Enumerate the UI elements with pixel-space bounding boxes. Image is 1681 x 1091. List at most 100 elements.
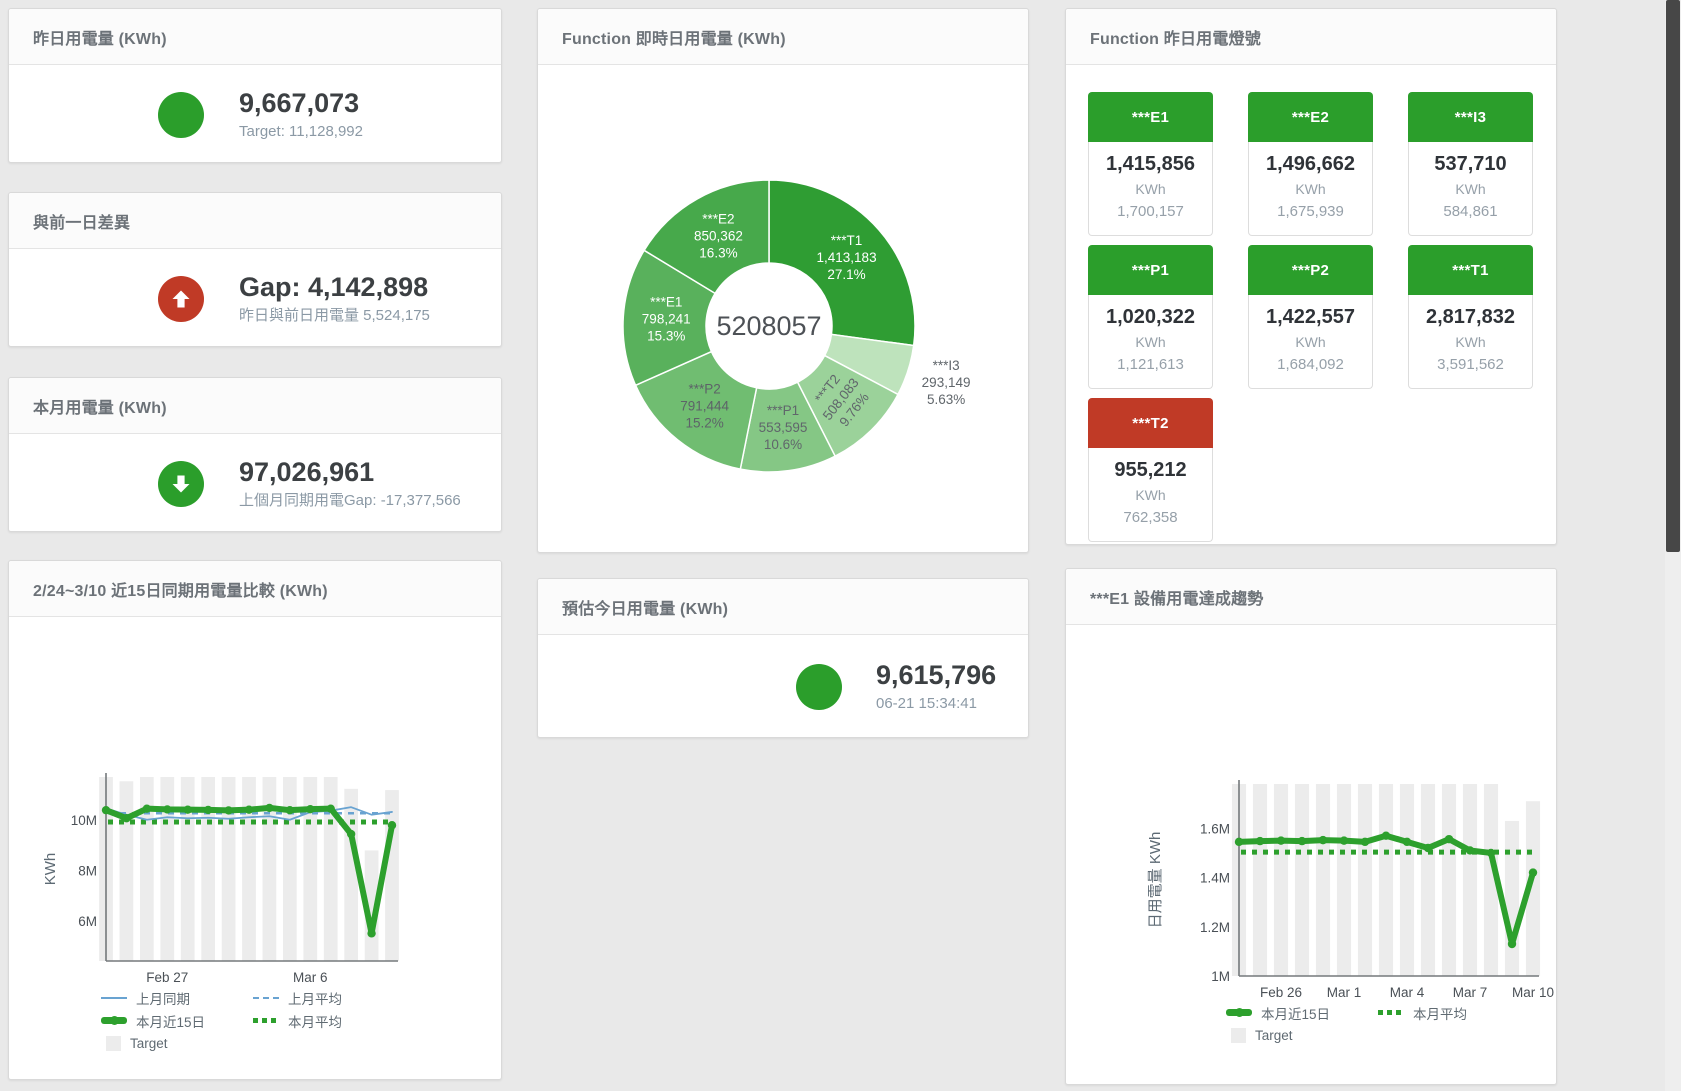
data-point[interactable] — [1445, 835, 1453, 843]
data-point[interactable] — [347, 830, 355, 838]
data-point[interactable] — [327, 804, 335, 812]
kpi-text: 9,667,073 Target: 11,128,992 — [239, 88, 363, 142]
kpi-subtext: Target: 11,128,992 — [239, 121, 363, 142]
e1-trend-line-chart[interactable]: 1M1.2M1.4M1.6MFeb 26Mar 1Mar 4Mar 7Mar 1… — [1126, 714, 1556, 1019]
y-axis-tick: 1.4M — [1200, 871, 1230, 886]
device-usage-value: 1,496,662 — [1251, 151, 1370, 178]
device-tile-body: 955,212KWh762,358 — [1088, 448, 1213, 542]
device-tile-body: 1,415,856KWh1,700,157 — [1088, 142, 1213, 236]
legend-swatch-square-icon — [1231, 1028, 1246, 1043]
svg-text:***E1: ***E1 — [650, 294, 682, 309]
comparison-line-chart[interactable]: 6M8M10MFeb 27Mar 6KWh — [29, 701, 489, 1001]
data-point[interactable] — [388, 821, 396, 829]
data-point[interactable] — [245, 805, 253, 813]
panel-header: 昨日用電量 (KWh) — [9, 9, 501, 65]
legend-swatch-thick-icon — [101, 1017, 127, 1024]
legend-label: 上月平均 — [288, 988, 342, 1008]
data-point[interactable] — [1277, 836, 1285, 844]
device-tile-header: ***P2 — [1248, 245, 1373, 295]
chart-legend: 本月近15日本月平均Target — [1226, 1001, 1556, 1047]
data-point[interactable] — [102, 806, 110, 814]
data-point[interactable] — [163, 805, 171, 813]
scrollbar-thumb[interactable] — [1666, 0, 1680, 552]
legend-swatch-dots-icon — [253, 1018, 279, 1023]
data-point[interactable] — [1319, 836, 1327, 844]
kpi-row: 9,667,073 Target: 11,128,992 — [9, 65, 501, 163]
device-tile[interactable]: ***P21,422,557KWh1,684,092 — [1248, 245, 1373, 389]
data-point[interactable] — [1466, 846, 1474, 854]
device-tile[interactable]: ***I3537,710KWh584,861 — [1408, 92, 1533, 236]
device-target-value: 1,675,939 — [1251, 200, 1370, 223]
device-target-value: 1,121,613 — [1091, 353, 1210, 376]
device-tile-header: ***P1 — [1088, 245, 1213, 295]
data-point[interactable] — [1256, 837, 1264, 845]
legend-item[interactable]: 本月平均 — [1378, 1001, 1530, 1024]
target-bar — [1337, 784, 1351, 976]
data-point[interactable] — [1361, 838, 1369, 846]
svg-text:***E2: ***E2 — [702, 211, 734, 226]
data-point[interactable] — [1298, 837, 1306, 845]
device-tile[interactable]: ***T12,817,832KWh3,591,562 — [1408, 245, 1533, 389]
data-point[interactable] — [143, 804, 151, 812]
legend-swatch-dots-icon — [1378, 1010, 1404, 1015]
data-point[interactable] — [184, 805, 192, 813]
panel-yesterday-lights: Function 昨日用電燈號 ***E11,415,856KWh1,700,1… — [1065, 8, 1557, 545]
data-point[interactable] — [1235, 838, 1243, 846]
y-axis-tick: 1.2M — [1200, 920, 1230, 935]
data-point[interactable] — [1529, 868, 1537, 876]
panel-title: 2/24~3/10 近15日同期用電量比較 (KWh) — [33, 577, 328, 601]
legend-swatch-line-icon — [101, 997, 127, 999]
device-tile[interactable]: ***P11,020,322KWh1,121,613 — [1088, 245, 1213, 389]
target-bar — [1274, 784, 1288, 976]
data-point[interactable] — [265, 804, 273, 812]
legend-item[interactable]: 本月平均 — [253, 1009, 405, 1032]
kpi-value: 9,615,796 — [876, 660, 996, 691]
legend-item[interactable]: 本月近15日 — [101, 1009, 253, 1032]
legend-item[interactable]: 上月平均 — [253, 986, 405, 1009]
data-point[interactable] — [286, 806, 294, 814]
data-point[interactable] — [367, 929, 375, 937]
data-point[interactable] — [1340, 836, 1348, 844]
device-tile[interactable]: ***E21,496,662KWh1,675,939 — [1248, 92, 1373, 236]
kpi-row: 9,615,796 06-21 15:34:41 — [538, 635, 1028, 738]
svg-text:553,595: 553,595 — [759, 420, 808, 435]
kpi-text: Gap: 4,142,898 昨日與前日用電量 5,524,175 — [239, 272, 430, 326]
device-target-value: 762,358 — [1091, 506, 1210, 529]
device-tile-header: ***T1 — [1408, 245, 1533, 295]
target-bar — [242, 777, 256, 961]
data-point[interactable] — [1487, 849, 1495, 857]
svg-text:15.3%: 15.3% — [647, 328, 685, 343]
device-usage-value: 1,415,856 — [1091, 151, 1210, 178]
x-axis-tick: Mar 1 — [1327, 985, 1362, 1000]
data-point[interactable] — [1403, 838, 1411, 846]
data-point[interactable] — [306, 805, 314, 813]
arrow-up-icon — [158, 276, 204, 322]
scrollbar[interactable] — [1665, 0, 1681, 1091]
y-axis-tick: 6M — [78, 914, 97, 929]
panel-header: 與前一日差異 — [9, 193, 501, 249]
data-point[interactable] — [1424, 844, 1432, 852]
target-bar — [1442, 784, 1456, 976]
device-tile[interactable]: ***E11,415,856KWh1,700,157 — [1088, 92, 1213, 236]
data-point[interactable] — [204, 806, 212, 814]
device-usage-unit: KWh — [1091, 178, 1210, 200]
panel-header: 預估今日用電量 (KWh) — [538, 579, 1028, 635]
legend-item[interactable]: 上月同期 — [101, 986, 253, 1009]
realtime-usage-donut-chart[interactable]: ***T11,413,18327.1%***I3293,1495.63%***T… — [538, 64, 1029, 553]
chart_a-svg: 6M8M10MFeb 27Mar 6KWh — [29, 701, 489, 1001]
data-point[interactable] — [1382, 831, 1390, 839]
device-tile[interactable]: ***T2955,212KWh762,358 — [1088, 398, 1213, 542]
donut-slice-label: ***I3293,1495.63% — [922, 358, 971, 407]
legend-item[interactable]: 本月近15日 — [1226, 1001, 1378, 1024]
target-bar — [1379, 784, 1393, 976]
device-target-value: 1,700,157 — [1091, 200, 1210, 223]
svg-text:***P2: ***P2 — [688, 381, 720, 396]
legend-item[interactable]: Target — [1226, 1024, 1378, 1047]
data-point[interactable] — [122, 814, 130, 822]
x-axis-tick: Mar 10 — [1512, 985, 1554, 1000]
data-point[interactable] — [1508, 940, 1516, 948]
y-axis-tick: 1.6M — [1200, 821, 1230, 836]
data-point[interactable] — [224, 806, 232, 814]
legend-item[interactable]: Target — [101, 1032, 253, 1055]
legend-swatch-square-icon — [106, 1036, 121, 1051]
